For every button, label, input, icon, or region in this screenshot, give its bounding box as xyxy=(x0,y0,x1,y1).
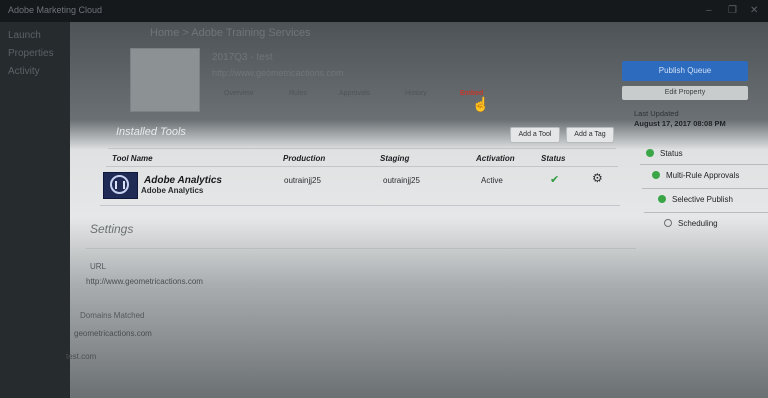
minimize-icon[interactable]: – xyxy=(706,5,712,16)
right-item-status[interactable]: Status xyxy=(646,149,683,158)
check-circle-icon xyxy=(658,195,666,203)
check-circle-icon xyxy=(646,149,654,157)
divider xyxy=(100,205,620,206)
add-tool-button[interactable]: Add a Tool xyxy=(510,127,560,143)
divider xyxy=(108,148,616,149)
add-tag-button[interactable]: Add a Tag xyxy=(566,127,614,143)
empty-circle-icon xyxy=(664,219,672,227)
tool-staging: outrainjj25 xyxy=(383,176,420,185)
column-staging: Staging xyxy=(380,154,410,163)
tool-activation: Active xyxy=(481,176,503,185)
maximize-icon[interactable]: ❐ xyxy=(728,5,737,16)
url-value[interactable]: http://www.geometricactions.com xyxy=(86,277,203,286)
edit-property-button[interactable]: Edit Property xyxy=(622,86,748,100)
tab-rules[interactable]: Rules xyxy=(289,90,307,97)
right-item-scheduling[interactable]: Scheduling xyxy=(664,219,718,228)
column-activation: Activation xyxy=(476,154,515,163)
close-icon[interactable]: ✕ xyxy=(750,5,758,16)
domains-label: Domains Matched xyxy=(80,311,145,320)
installed-tools-title: Installed Tools xyxy=(116,126,186,138)
property-title: 2017Q3 - test xyxy=(212,52,273,63)
url-label: URL xyxy=(90,262,107,271)
tool-subtitle: Adobe Analytics xyxy=(141,186,204,195)
tab-approvals[interactable]: Approvals xyxy=(339,90,370,97)
domains-value: geometricactions.com xyxy=(74,329,152,338)
sidebar-item-activity[interactable]: Activity xyxy=(8,66,40,77)
last-updated-value: August 17, 2017 08:08 PM xyxy=(634,119,726,128)
tab-history[interactable]: History xyxy=(405,90,427,97)
domain-value: test.com xyxy=(66,352,97,361)
tool-production: outrainjj25 xyxy=(284,176,321,185)
tab-overview[interactable]: Overview xyxy=(224,90,253,97)
property-thumbnail xyxy=(130,48,200,112)
check-circle-icon xyxy=(652,171,660,179)
column-production: Production xyxy=(283,154,326,163)
breadcrumb[interactable]: Home > Adobe Training Services xyxy=(150,27,311,39)
column-tool-name: Tool Name xyxy=(112,154,153,163)
tool-name[interactable]: Adobe Analytics xyxy=(144,175,222,186)
divider xyxy=(644,212,768,213)
settings-title: Settings xyxy=(90,222,134,236)
column-status: Status xyxy=(541,154,566,163)
divider xyxy=(640,164,768,165)
gear-icon[interactable]: ⚙ xyxy=(592,171,603,185)
adobe-analytics-logo-icon xyxy=(103,172,138,199)
right-item-selective-publish[interactable]: Selective Publish xyxy=(658,195,733,204)
sidebar-item-launch[interactable]: Launch xyxy=(8,30,41,41)
last-updated-label: Last Updated xyxy=(634,109,679,118)
window-titlebar: Adobe Marketing Cloud – ❐ ✕ xyxy=(0,0,768,22)
divider xyxy=(86,248,636,249)
divider xyxy=(642,188,768,189)
sidebar-item-properties[interactable]: Properties xyxy=(8,48,54,59)
hand-cursor-icon: ☝ xyxy=(472,96,490,112)
right-item-multi-rule-approvals[interactable]: Multi-Rule Approvals xyxy=(652,171,739,180)
app-title: Adobe Marketing Cloud xyxy=(8,5,103,15)
divider xyxy=(106,166,618,167)
check-icon: ✔ xyxy=(550,174,560,186)
property-url[interactable]: http://www.geometricactions.com xyxy=(212,68,344,78)
publish-queue-button[interactable]: Publish Queue xyxy=(622,61,748,81)
